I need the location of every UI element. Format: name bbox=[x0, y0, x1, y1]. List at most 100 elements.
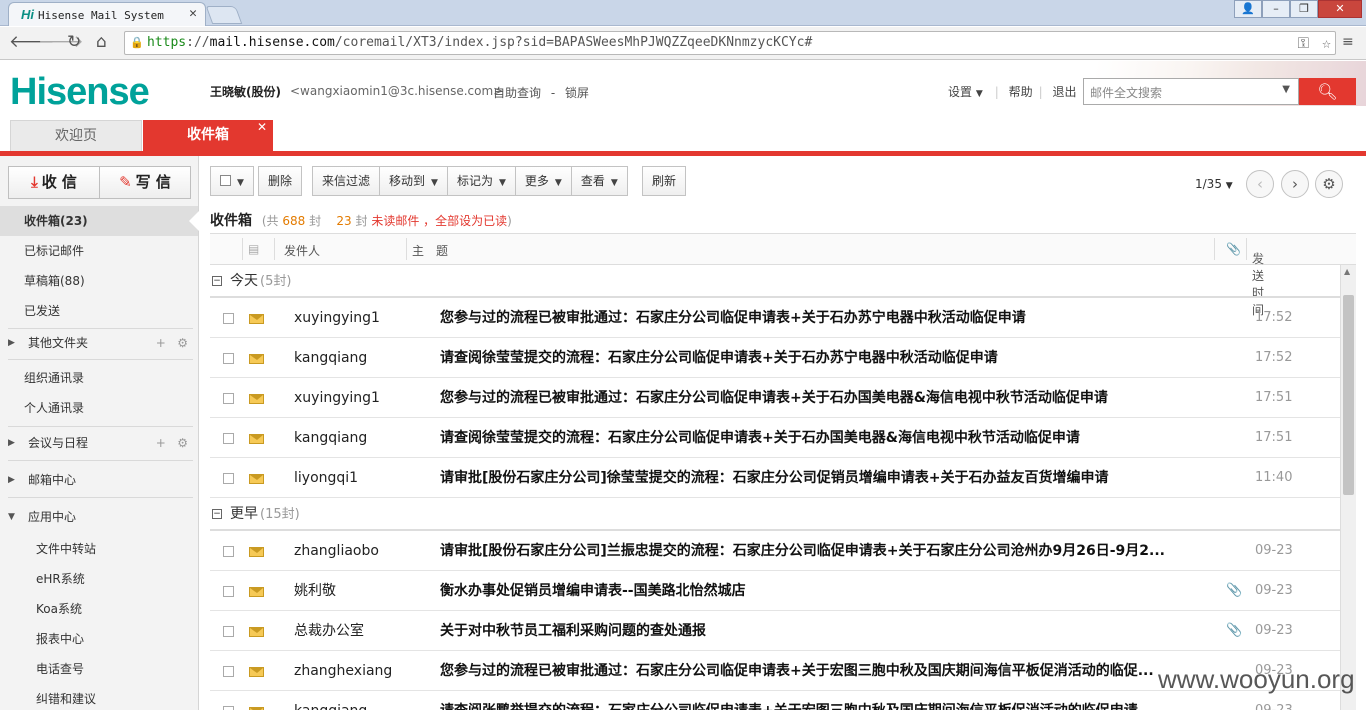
page-selector[interactable]: 1/35 ▼ bbox=[1195, 177, 1233, 191]
key-icon[interactable]: ⚿ bbox=[1298, 32, 1309, 54]
browser-tab[interactable]: Hi Hisense Mail System ✕ bbox=[8, 2, 206, 26]
prev-page-button[interactable]: ‹ bbox=[1246, 170, 1274, 198]
search-options-icon[interactable]: ▼ bbox=[1282, 84, 1290, 95]
mail-row[interactable]: xuyingying1 您参与过的流程已被审批通过：石家庄分公司临促申请表+关于石… bbox=[210, 378, 1340, 418]
mail-subject[interactable]: 请查阅徐莹莹提交的流程：石家庄分公司临促申请表+关于石办国美电器&海信电视中秋节… bbox=[440, 418, 1215, 458]
mail-subject[interactable]: 您参与过的流程已被审批通过：石家庄分公司临促申请表+关于石办苏宁电器中秋活动临促… bbox=[440, 298, 1215, 338]
row-checkbox[interactable] bbox=[223, 546, 234, 557]
row-checkbox[interactable] bbox=[223, 313, 234, 324]
logout-link[interactable]: 退出 bbox=[1053, 85, 1077, 99]
browser-menu-icon[interactable]: ≡ bbox=[1342, 34, 1356, 50]
attachment-column-icon[interactable]: 📎 bbox=[1226, 242, 1241, 256]
mail-subject[interactable]: 您参与过的流程已被审批通过：石家庄分公司临促申请表+关于宏图三胞中秋及国庆期间海… bbox=[440, 651, 1215, 691]
new-tab-button[interactable] bbox=[205, 6, 243, 24]
sidebar-app-link[interactable]: 纠错和建议 bbox=[0, 684, 198, 710]
self-service-link[interactable]: 自助查询 bbox=[493, 86, 541, 100]
sidebar-app-link[interactable]: 电话查号 bbox=[0, 654, 198, 684]
row-checkbox[interactable] bbox=[223, 586, 234, 597]
row-checkbox[interactable] bbox=[223, 433, 234, 444]
select-all-dropdown[interactable]: ▼ bbox=[210, 166, 254, 196]
address-bar[interactable]: 🔒 https://mail.hisense.com/coremail/XT3/… bbox=[124, 31, 1336, 55]
list-settings-button[interactable]: ⚙ bbox=[1315, 170, 1343, 198]
sidebar-item-sent[interactable]: 已发送 bbox=[0, 296, 198, 326]
sidebar-app-link[interactable]: 报表中心 bbox=[0, 624, 198, 654]
compose-button[interactable]: ✎ 写 信 bbox=[99, 167, 190, 198]
mail-subject[interactable]: 关于对中秋节员工福利采购问题的查处通报 bbox=[440, 611, 1215, 651]
list-scrollbar[interactable]: ▲ bbox=[1340, 265, 1356, 710]
close-window-icon[interactable]: ✕ bbox=[1318, 0, 1362, 18]
from-column-header[interactable]: 发件人 bbox=[284, 242, 320, 259]
delete-button[interactable]: 删除 bbox=[258, 166, 303, 196]
sidebar-item-flagged[interactable]: 已标记邮件 bbox=[0, 236, 198, 266]
row-checkbox[interactable] bbox=[223, 353, 234, 364]
mail-subject[interactable]: 请查阅张鹏举提交的流程：石家庄分公司临促申请表+关于宏图三胞中秋及国庆期间海信平… bbox=[440, 691, 1215, 710]
select-all-checkbox[interactable] bbox=[220, 175, 231, 186]
scrollbar-thumb[interactable] bbox=[1343, 295, 1354, 495]
sidebar-item-org-contacts[interactable]: 组织通讯录 bbox=[0, 363, 198, 393]
mail-row[interactable]: xuyingying1 您参与过的流程已被审批通过：石家庄分公司临促申请表+关于石… bbox=[210, 298, 1340, 338]
restore-icon[interactable]: ❐ bbox=[1290, 0, 1318, 18]
refresh-button[interactable]: 刷新 bbox=[642, 166, 687, 196]
mail-subject[interactable]: 请审批[股份石家庄分公司]徐莹莹提交的流程：石家庄分公司促销员增编申请表+关于石… bbox=[440, 458, 1215, 498]
settings-menu[interactable]: 设置 ▼ bbox=[948, 85, 989, 99]
sidebar-item-other-folders[interactable]: ▶ 其他文件夹 + ⚙ bbox=[0, 328, 198, 358]
collapse-icon[interactable]: ▼ bbox=[8, 502, 15, 532]
mail-row[interactable]: 姚利敬 衡水办事处促销员增编申请表--国美路北怡然城店 📎 09-23 bbox=[210, 571, 1340, 611]
sidebar-item-inbox[interactable]: 收件箱(23) bbox=[0, 206, 199, 236]
row-checkbox[interactable] bbox=[223, 393, 234, 404]
home-icon[interactable]: ⌂ bbox=[96, 32, 107, 52]
tab-welcome[interactable]: 欢迎页 bbox=[10, 120, 142, 151]
collapse-icon[interactable]: − bbox=[212, 509, 222, 519]
more-button[interactable]: 更多 ▼ bbox=[515, 166, 572, 196]
tab-close-icon[interactable]: ✕ bbox=[189, 6, 197, 21]
unread-link[interactable]: 未读邮件 bbox=[371, 214, 419, 228]
gear-icon[interactable]: ⚙ bbox=[177, 336, 188, 350]
filter-button[interactable]: 来信过滤 bbox=[312, 166, 381, 196]
row-checkbox[interactable] bbox=[223, 626, 234, 637]
reload-icon[interactable]: ↻ bbox=[67, 32, 81, 52]
mark-as-button[interactable]: 标记为 ▼ bbox=[447, 166, 516, 196]
sidebar-app-link[interactable]: 文件中转站 bbox=[0, 534, 198, 564]
expand-icon[interactable]: ▶ bbox=[8, 465, 15, 495]
move-to-button[interactable]: 移动到 ▼ bbox=[380, 166, 448, 196]
sidebar-app-link[interactable]: eHR系统 bbox=[0, 564, 198, 594]
mail-row[interactable]: kangqiang 请查阅徐莹莹提交的流程：石家庄分公司临促申请表+关于石办苏宁电… bbox=[210, 338, 1340, 378]
scroll-up-icon[interactable]: ▲ bbox=[1344, 267, 1350, 276]
sidebar-app-link[interactable]: Koa系统 bbox=[0, 594, 198, 624]
bookmark-star-icon[interactable]: ☆ bbox=[1322, 32, 1331, 54]
sidebar-item-personal-contacts[interactable]: 个人通讯录 bbox=[0, 393, 198, 423]
mail-subject[interactable]: 请查阅徐莹莹提交的流程：石家庄分公司临促申请表+关于石办苏宁电器中秋活动临促申请 bbox=[440, 338, 1215, 378]
status-column-icon[interactable]: ▤ bbox=[248, 242, 259, 256]
sidebar-item-app-center[interactable]: ▼ 应用中心 bbox=[0, 502, 198, 532]
user-icon[interactable]: 👤 bbox=[1234, 0, 1262, 18]
help-link[interactable]: 帮助 bbox=[1009, 85, 1033, 99]
mail-search-input[interactable]: 邮件全文搜索 ▼ bbox=[1083, 78, 1299, 105]
expand-icon[interactable]: ▶ bbox=[8, 428, 15, 458]
mail-row[interactable]: 总裁办公室 关于对中秋节员工福利采购问题的查处通报 📎 09-23 bbox=[210, 611, 1340, 651]
mail-subject[interactable]: 您参与过的流程已被审批通过：石家庄分公司临促申请表+关于石办国美电器&海信电视中… bbox=[440, 378, 1215, 418]
sidebar-item-drafts[interactable]: 草稿箱(88) bbox=[0, 266, 198, 296]
expand-icon[interactable]: ▶ bbox=[8, 328, 15, 358]
sidebar-item-mailbox-center[interactable]: ▶ 邮箱中心 bbox=[0, 465, 198, 495]
group-header-earlier[interactable]: − 更早 (15封) bbox=[210, 498, 1340, 531]
collapse-icon[interactable]: − bbox=[212, 276, 222, 286]
mail-row[interactable]: liyongqi1 请审批[股份石家庄分公司]徐莹莹提交的流程：石家庄分公司促销员… bbox=[210, 458, 1340, 498]
mail-subject[interactable]: 衡水办事处促销员增编申请表--国美路北怡然城店 bbox=[440, 571, 1215, 611]
search-button[interactable]: 🔍︎ bbox=[1299, 78, 1356, 105]
gear-icon[interactable]: ⚙ bbox=[177, 436, 188, 450]
subject-column-header[interactable]: 主 题 bbox=[412, 242, 448, 259]
add-icon[interactable]: + bbox=[156, 336, 166, 350]
minimize-icon[interactable]: – bbox=[1262, 0, 1290, 18]
close-tab-icon[interactable]: ✕ bbox=[257, 112, 267, 142]
add-icon[interactable]: + bbox=[156, 436, 166, 450]
next-page-button[interactable]: › bbox=[1281, 170, 1309, 198]
mail-row[interactable]: zhangliaobo 请审批[股份石家庄分公司]兰振忠提交的流程：石家庄分公司临… bbox=[210, 531, 1340, 571]
row-checkbox[interactable] bbox=[223, 666, 234, 677]
mail-row[interactable]: kangqiang 请查阅徐莹莹提交的流程：石家庄分公司临促申请表+关于石办国美电… bbox=[210, 418, 1340, 458]
mark-all-read-link[interactable]: ，全部设为已读 bbox=[423, 214, 507, 228]
mail-subject[interactable]: 请审批[股份石家庄分公司]兰振忠提交的流程：石家庄分公司临促申请表+关于石家庄分… bbox=[440, 531, 1215, 571]
row-checkbox[interactable] bbox=[223, 473, 234, 484]
lock-screen-link[interactable]: 锁屏 bbox=[565, 86, 589, 100]
tab-inbox[interactable]: 收件箱 ✕ bbox=[143, 120, 273, 151]
receive-button[interactable]: ⤓ 收 信 bbox=[9, 167, 99, 198]
